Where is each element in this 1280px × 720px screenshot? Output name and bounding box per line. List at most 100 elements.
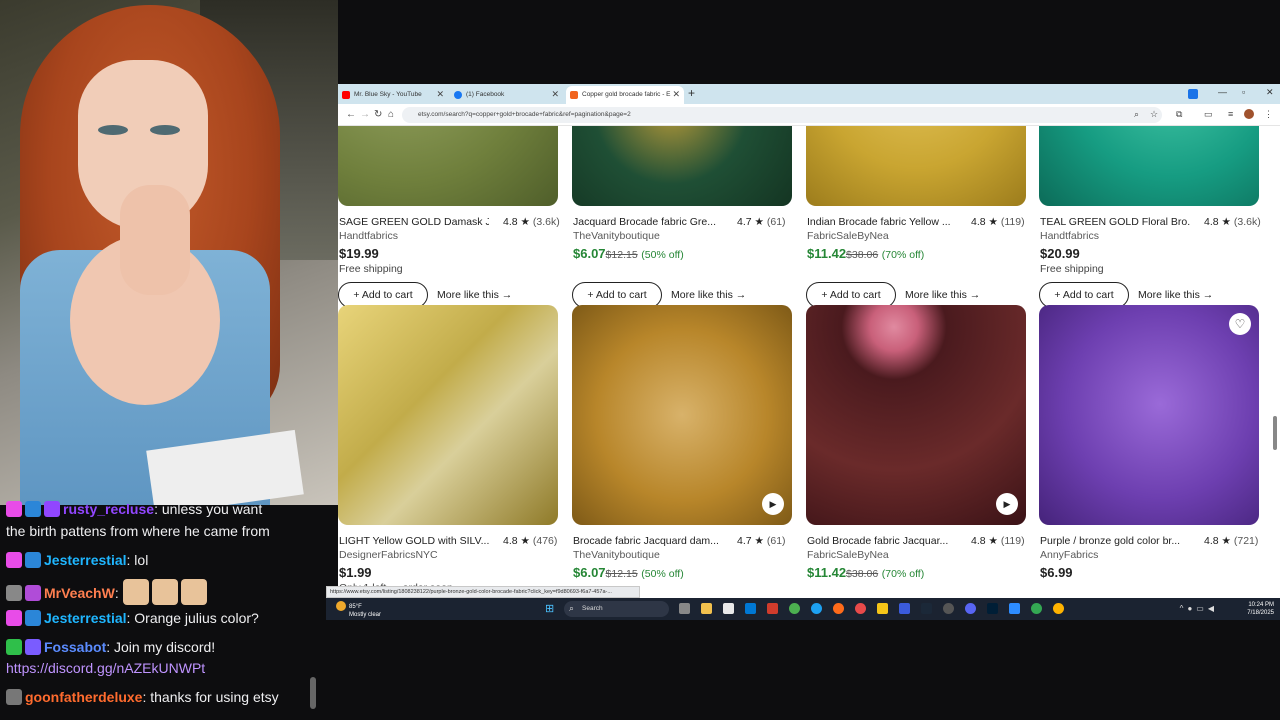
task-view-icon[interactable] [679,603,690,614]
product-title[interactable]: SAGE GREEN GOLD Damask J... [339,216,489,228]
product-rating: 4.8 ★ (721) [1204,535,1258,547]
chat-username[interactable]: Jesterrestial [44,610,127,626]
clock-date: 7/18/2025 [1247,610,1274,616]
gift-badge-icon [25,585,41,601]
minimize-button[interactable]: — [1218,87,1227,97]
play-video-icon[interactable]: ▶ [762,493,784,515]
reload-icon[interactable]: ↻ [374,109,382,120]
app-icon[interactable] [1053,603,1064,614]
product-image[interactable]: ♡ [1039,305,1259,525]
weather-widget[interactable]: 85°F Mostly clear [336,601,381,619]
home-icon[interactable]: ⌂ [388,109,394,120]
zoom-icon[interactable]: ⌕ [1134,109,1139,120]
discord-icon[interactable] [965,603,976,614]
product-title[interactable]: Purple / bronze gold color br... [1040,535,1190,547]
viewer-badge-icon [6,585,22,601]
shop-name[interactable]: TheVanityboutique [573,230,660,242]
more-like-this-link[interactable]: More like this → [437,289,512,301]
shop-name[interactable]: AnnyFabrics [1040,549,1098,561]
close-icon[interactable]: ✕ [551,89,559,100]
product-image[interactable]: ▶ [806,305,1026,525]
product-image[interactable] [338,305,558,525]
back-icon[interactable]: ← [346,109,356,120]
chat-username[interactable]: MrVeachW [44,585,115,601]
steam-icon[interactable] [921,603,932,614]
chat-username[interactable]: rusty_recluse [63,501,154,517]
extensions-icon[interactable]: ⧉ [1176,109,1182,120]
play-video-icon[interactable]: ▶ [996,493,1018,515]
shop-name[interactable]: Handtfabrics [339,230,398,242]
shop-name[interactable]: FabricSaleByNea [807,549,889,561]
tab-youtube[interactable]: Mr. Blue Sky - YouTube ✕ [338,86,448,104]
search-icon: ⌕ [569,603,575,613]
system-tray[interactable]: ^●▭◀ [1180,604,1218,613]
product-title[interactable]: Gold Brocade fabric Jacquar... [807,535,957,547]
bookmark-star-icon[interactable]: ☆ [1150,109,1158,120]
product-title[interactable]: Jacquard Brocade fabric Gre... [573,216,723,228]
chrome-icon[interactable] [1031,603,1042,614]
more-like-this-link[interactable]: More like this → [905,289,980,301]
product-title[interactable]: TEAL GREEN GOLD Floral Bro... [1040,216,1190,228]
app-icon[interactable] [899,603,910,614]
page-scrollbar[interactable] [1273,416,1277,450]
more-like-this-link[interactable]: More like this → [1138,289,1213,301]
obs-icon[interactable] [943,603,954,614]
product-rating: 4.8 ★ (119) [971,535,1025,547]
app-icon[interactable] [855,603,866,614]
photoshop-icon[interactable] [987,603,998,614]
url-text: etsy.com/search?q=copper+gold+brocade+fa… [418,111,631,118]
favorite-heart-icon[interactable]: ♡ [1229,313,1251,335]
review-count: (61) [766,216,786,228]
firefox-icon[interactable] [833,603,844,614]
product-image[interactable] [1039,126,1259,206]
volume-icon[interactable]: ◀ [1208,604,1218,613]
store-icon[interactable] [745,603,756,614]
avatar[interactable] [1244,109,1254,119]
app-icon[interactable] [767,603,778,614]
app-icon[interactable] [723,603,734,614]
subscriber-badge-icon [6,552,22,568]
microphone-icon[interactable]: ● [1187,604,1196,613]
product-title[interactable]: LIGHT Yellow GOLD with SILV... [339,535,489,547]
close-icon[interactable]: ✕ [672,89,680,100]
tab-facebook[interactable]: (1) Facebook ✕ [450,86,563,104]
windows-start-icon[interactable]: ⊞ [545,603,557,615]
shop-name[interactable]: DesignerFabricsNYC [339,549,438,561]
product-title[interactable]: Brocade fabric Jacquard dam... [573,535,723,547]
product-image[interactable] [572,126,792,206]
chat-scrollbar[interactable] [310,677,316,709]
shop-name[interactable]: TheVanityboutique [573,549,660,561]
tab-etsy[interactable]: Copper gold brocade fabric - E ✕ [566,86,684,104]
product-title[interactable]: Indian Brocade fabric Yellow ... [807,216,957,228]
product-image[interactable]: ▶ [572,305,792,525]
product-image[interactable] [338,126,558,206]
kebab-menu-icon[interactable]: ⋮ [1264,109,1273,120]
tab-bar: Mr. Blue Sky - YouTube ✕ (1) Facebook ✕ … [338,84,1280,104]
sidebar-icon[interactable]: ▭ [1204,109,1213,120]
network-icon[interactable]: ▭ [1196,604,1208,613]
chrome-icon[interactable] [789,603,800,614]
file-explorer-icon[interactable] [701,603,712,614]
menu-bars-icon[interactable]: ≡ [1228,109,1233,119]
shop-name[interactable]: Handtfabrics [1040,230,1099,242]
new-tab-button[interactable]: + [688,86,695,100]
chat-username[interactable]: goonfatherdeluxe [25,689,142,705]
profile-icon[interactable] [1188,89,1198,99]
close-icon[interactable]: ✕ [436,89,444,100]
more-like-this-link[interactable]: More like this → [671,289,746,301]
url-input[interactable]: etsy.com/search?q=copper+gold+brocade+fa… [402,107,1162,123]
product-image[interactable] [806,126,1026,206]
edge-icon[interactable] [811,603,822,614]
shop-name[interactable]: FabricSaleByNea [807,230,889,242]
app-icon[interactable] [877,603,888,614]
viewer-badge-icon [6,689,22,705]
close-window-button[interactable]: ✕ [1266,87,1274,98]
taskbar-search[interactable]: ⌕ Search [564,601,669,617]
discord-link[interactable]: https://discord.gg/nAZEkUNWPt [6,658,205,678]
maximize-button[interactable]: ▫ [1242,87,1245,97]
forward-icon[interactable]: → [360,109,370,120]
chat-username[interactable]: Jesterrestial [44,552,127,568]
app-icon[interactable] [1009,603,1020,614]
taskbar-clock[interactable]: 10:24 PM 7/18/2025 [1247,601,1274,617]
chat-username[interactable]: Fossabot [44,639,106,655]
